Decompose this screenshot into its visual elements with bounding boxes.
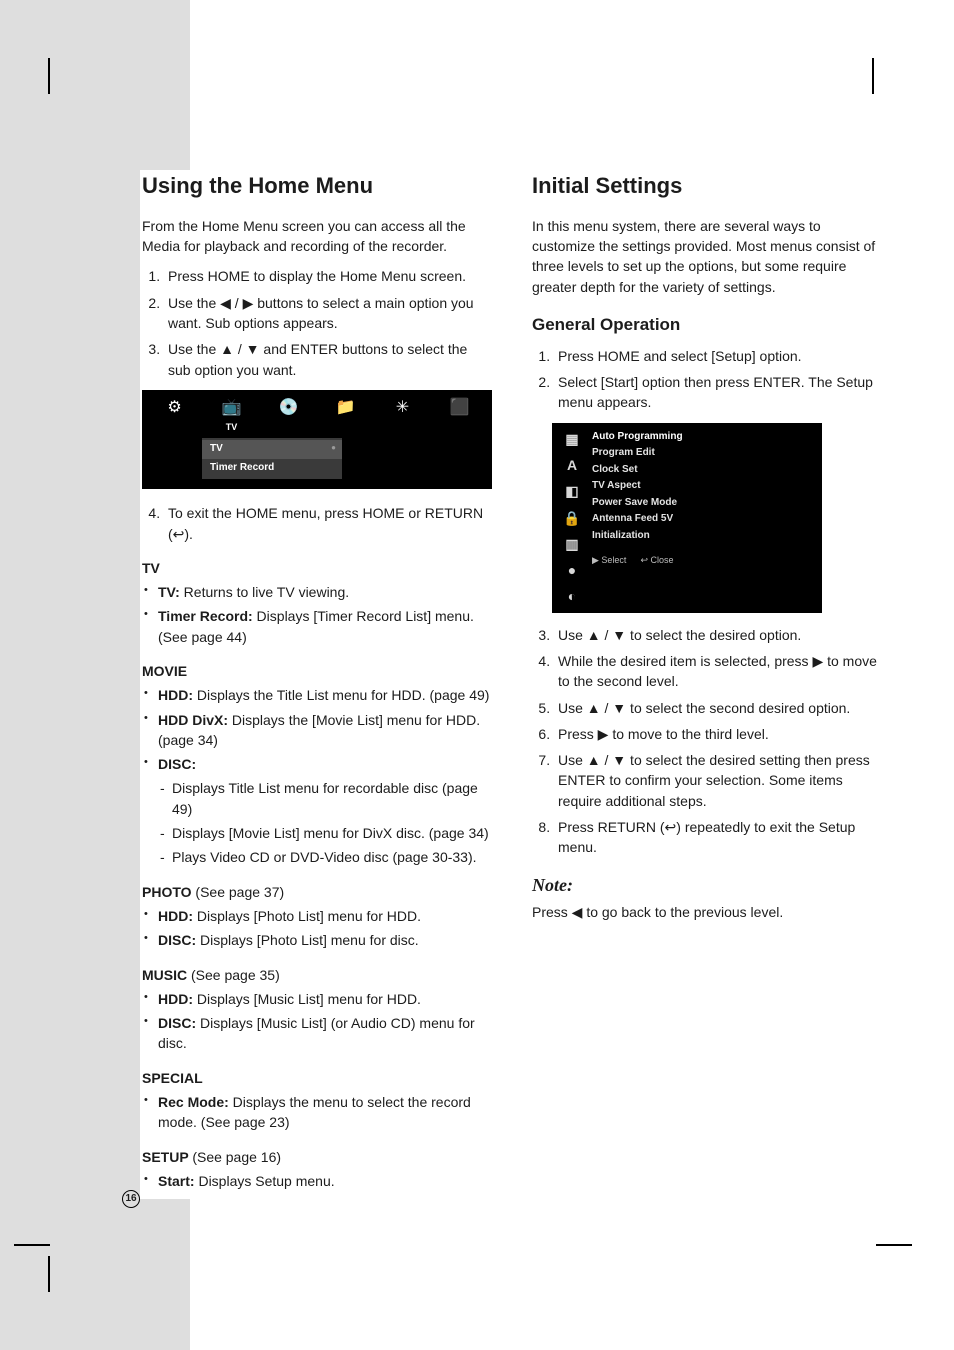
left-column: Using the Home Menu From the Home Menu s… [142,170,492,1199]
general-op-steps-b: Use ▲ / ▼ to select the desired option. … [532,625,882,858]
group-subitem: Displays Title List menu for recordable … [172,778,492,819]
group-list: HDD: Displays the Title List menu for HD… [142,685,492,867]
home-bar-icon-5: ⬛ [436,396,484,419]
subheading-general-operation: General Operation [532,313,882,338]
setup-menu-figure: ▦ A ◧ 🔒 ▥ ● ◐ Auto ProgrammingProgram EditCloc… [552,423,822,613]
step-2: Use the ◀ / ▶ buttons to select a main o… [164,293,492,334]
gstep-5: Use ▲ / ▼ to select the second desired o… [554,698,882,718]
group-item: DISC: Displays [Music List] (or Audio CD… [158,1013,492,1054]
home-bar-icon-1: 📺TV [208,396,256,434]
setup-side-icon: ▥ [565,534,578,554]
heading-initial-settings: Initial Settings [532,170,882,202]
group-list: HDD: Displays [Music List] menu for HDD.… [142,989,492,1054]
gstep-7: Use ▲ / ▼ to select the desired setting … [554,750,882,811]
setup-side-icon: 🔒 [563,508,580,528]
group-title: SPECIAL [142,1068,492,1088]
setup-row: Auto Programming [592,429,816,446]
group-item: HDD: Displays the Title List menu for HD… [158,685,492,705]
home-steps-list: Press HOME to display the Home Menu scre… [142,266,492,379]
group-title: MOVIE [142,661,492,681]
setup-side-icon: ● [568,560,576,580]
group-item: DISC: Displays Title List menu for recor… [158,754,492,867]
crop-mark [48,58,50,94]
home-bar-icon-2: 💿 [265,396,313,419]
group-subitem: Plays Video CD or DVD-Video disc (page 3… [172,847,492,867]
page-number: 16 [122,1190,140,1208]
setup-footer-item: ▶ Select [592,554,626,567]
setup-footer-item: ↩ Close [640,554,673,567]
general-op-steps-a: Press HOME and select [Setup] option. Se… [532,346,882,413]
home-bar-icon-3: 📁 [322,396,370,419]
setup-row: Initialization [592,528,816,545]
note-heading: Note: [532,872,882,898]
group-list: HDD: Displays [Photo List] menu for HDD.… [142,906,492,951]
heading-using-home-menu: Using the Home Menu [142,170,492,202]
group-item: Timer Record: Displays [Timer Record Lis… [158,606,492,647]
setup-row: Power Save Mode [592,495,816,512]
crop-mark [876,1244,912,1246]
gstep-1: Press HOME and select [Setup] option. [554,346,882,366]
setup-side-icon: ◧ [565,481,578,501]
group-title: TV [142,558,492,578]
group-item: HDD DivX: Displays the [Movie List] menu… [158,710,492,751]
group-list: TV: Returns to live TV viewing. Timer Rec… [142,582,492,647]
step-4: To exit the HOME menu, press HOME or RET… [164,503,492,544]
gstep-6: Press ▶ to move to the third level. [554,724,882,744]
setup-side-icon: ▦ [565,429,578,449]
intro-left: From the Home Menu screen you can access… [142,216,492,257]
intro-right: In this menu system, there are several w… [532,216,882,297]
crop-mark [14,1244,50,1246]
setup-side-icon: A [567,455,577,475]
gstep-3: Use ▲ / ▼ to select the desired option. [554,625,882,645]
setup-side-icon: ◐ [568,586,576,606]
group-subitem: Displays [Movie List] menu for DivX disc… [172,823,492,843]
gstep-8: Press RETURN (↩) repeatedly to exit the … [554,817,882,858]
gstep-2: Select [Start] option then press ENTER. … [554,372,882,413]
gstep-4: While the desired item is selected, pres… [554,651,882,692]
group-title: SETUP (See page 16) [142,1147,492,1167]
home-bar-dropdown-item: Timer Record [202,459,342,478]
step-1: Press HOME to display the Home Menu scre… [164,266,492,286]
group-title: PHOTO (See page 37) [142,882,492,902]
note-text: Press ◀ to go back to the previous level… [532,902,882,922]
setup-row: Antenna Feed 5V [592,511,816,528]
right-column: Initial Settings In this menu system, th… [532,170,882,1199]
group-title: MUSIC (See page 35) [142,965,492,985]
group-list: Rec Mode: Displays the menu to select th… [142,1092,492,1133]
group-item: Rec Mode: Displays the menu to select th… [158,1092,492,1133]
crop-mark [872,58,874,94]
setup-row: TV Aspect [592,478,816,495]
home-menu-figure: ⚙ 📺TV 💿 📁 ✳ ⬛ TVTimer Record [142,390,492,489]
home-steps-list-cont: To exit the HOME menu, press HOME or RET… [142,503,492,544]
group-item: HDD: Displays [Photo List] menu for HDD. [158,906,492,926]
group-item: TV: Returns to live TV viewing. [158,582,492,602]
setup-row: Program Edit [592,445,816,462]
group-list: Start: Displays Setup menu. [142,1171,492,1191]
setup-row: Clock Set [592,462,816,479]
home-bar-icon-0: ⚙ [151,396,199,419]
crop-mark [48,1256,50,1292]
group-item: HDD: Displays [Music List] menu for HDD. [158,989,492,1009]
group-item: DISC: Displays [Photo List] menu for dis… [158,930,492,950]
group-item: Start: Displays Setup menu. [158,1171,492,1191]
home-bar-dropdown-item: TV [202,440,342,459]
step-3: Use the ▲ / ▼ and ENTER buttons to selec… [164,339,492,380]
home-bar-icon-4: ✳ [379,396,427,419]
